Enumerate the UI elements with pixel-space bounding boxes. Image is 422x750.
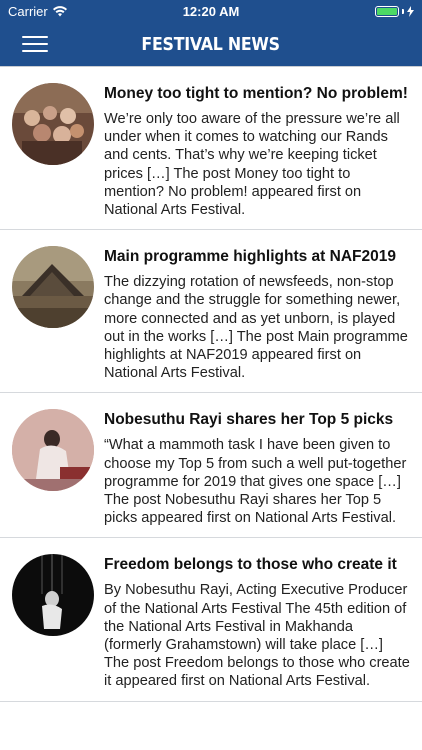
article-title: Freedom belongs to those who create it bbox=[104, 556, 397, 574]
charging-bolt-icon bbox=[407, 5, 414, 17]
article-thumbnail bbox=[12, 246, 94, 329]
status-left: Carrier bbox=[8, 4, 68, 19]
article-content: Nobesuthu Rayi shares her Top 5 picks “W… bbox=[104, 409, 410, 527]
list-item[interactable]: Freedom belongs to those who create it B… bbox=[0, 538, 422, 702]
article-title: Money too tight to mention? No problem! bbox=[104, 85, 408, 102]
carrier-label: Carrier bbox=[8, 3, 48, 19]
list-item[interactable]: Main programme highlights at NAF2019 The… bbox=[0, 230, 422, 394]
hamburger-menu-icon[interactable] bbox=[22, 36, 48, 54]
battery-tip bbox=[402, 8, 404, 14]
article-title: Nobesuthu Rayi shares her Top 5 picks bbox=[104, 411, 394, 429]
page-title: FESTIVAL NEWS bbox=[141, 33, 281, 55]
article-excerpt: By Nobesuthu Rayi, Acting Executive Prod… bbox=[104, 582, 410, 690]
nav-bar: FESTIVAL NEWS bbox=[0, 22, 422, 66]
article-title: Main programme highlights at NAF2019 bbox=[104, 248, 396, 266]
article-excerpt: The dizzying rotation of newsfeeds, non-… bbox=[104, 274, 408, 382]
article-content: Money too tight to mention? No problem! … bbox=[104, 83, 410, 219]
list-item[interactable]: Nobesuthu Rayi shares her Top 5 picks “W… bbox=[0, 393, 422, 539]
article-excerpt: We’re only too aware of the pressure we’… bbox=[104, 111, 400, 219]
wifi-icon bbox=[52, 6, 67, 17]
article-excerpt: “What a mammoth task I have been given t… bbox=[104, 437, 407, 527]
status-bar: Carrier 12:20 AM bbox=[0, 0, 422, 22]
article-thumbnail bbox=[12, 554, 94, 637]
battery-icon bbox=[375, 5, 399, 17]
article-thumbnail bbox=[12, 83, 94, 165]
article-content: Freedom belongs to those who create it B… bbox=[104, 554, 410, 690]
news-list: Money too tight to mention? No problem! … bbox=[0, 66, 422, 702]
article-thumbnail bbox=[12, 409, 94, 492]
list-item[interactable]: Money too tight to mention? No problem! … bbox=[0, 67, 422, 231]
status-right bbox=[375, 5, 414, 17]
article-content: Main programme highlights at NAF2019 The… bbox=[104, 246, 410, 382]
